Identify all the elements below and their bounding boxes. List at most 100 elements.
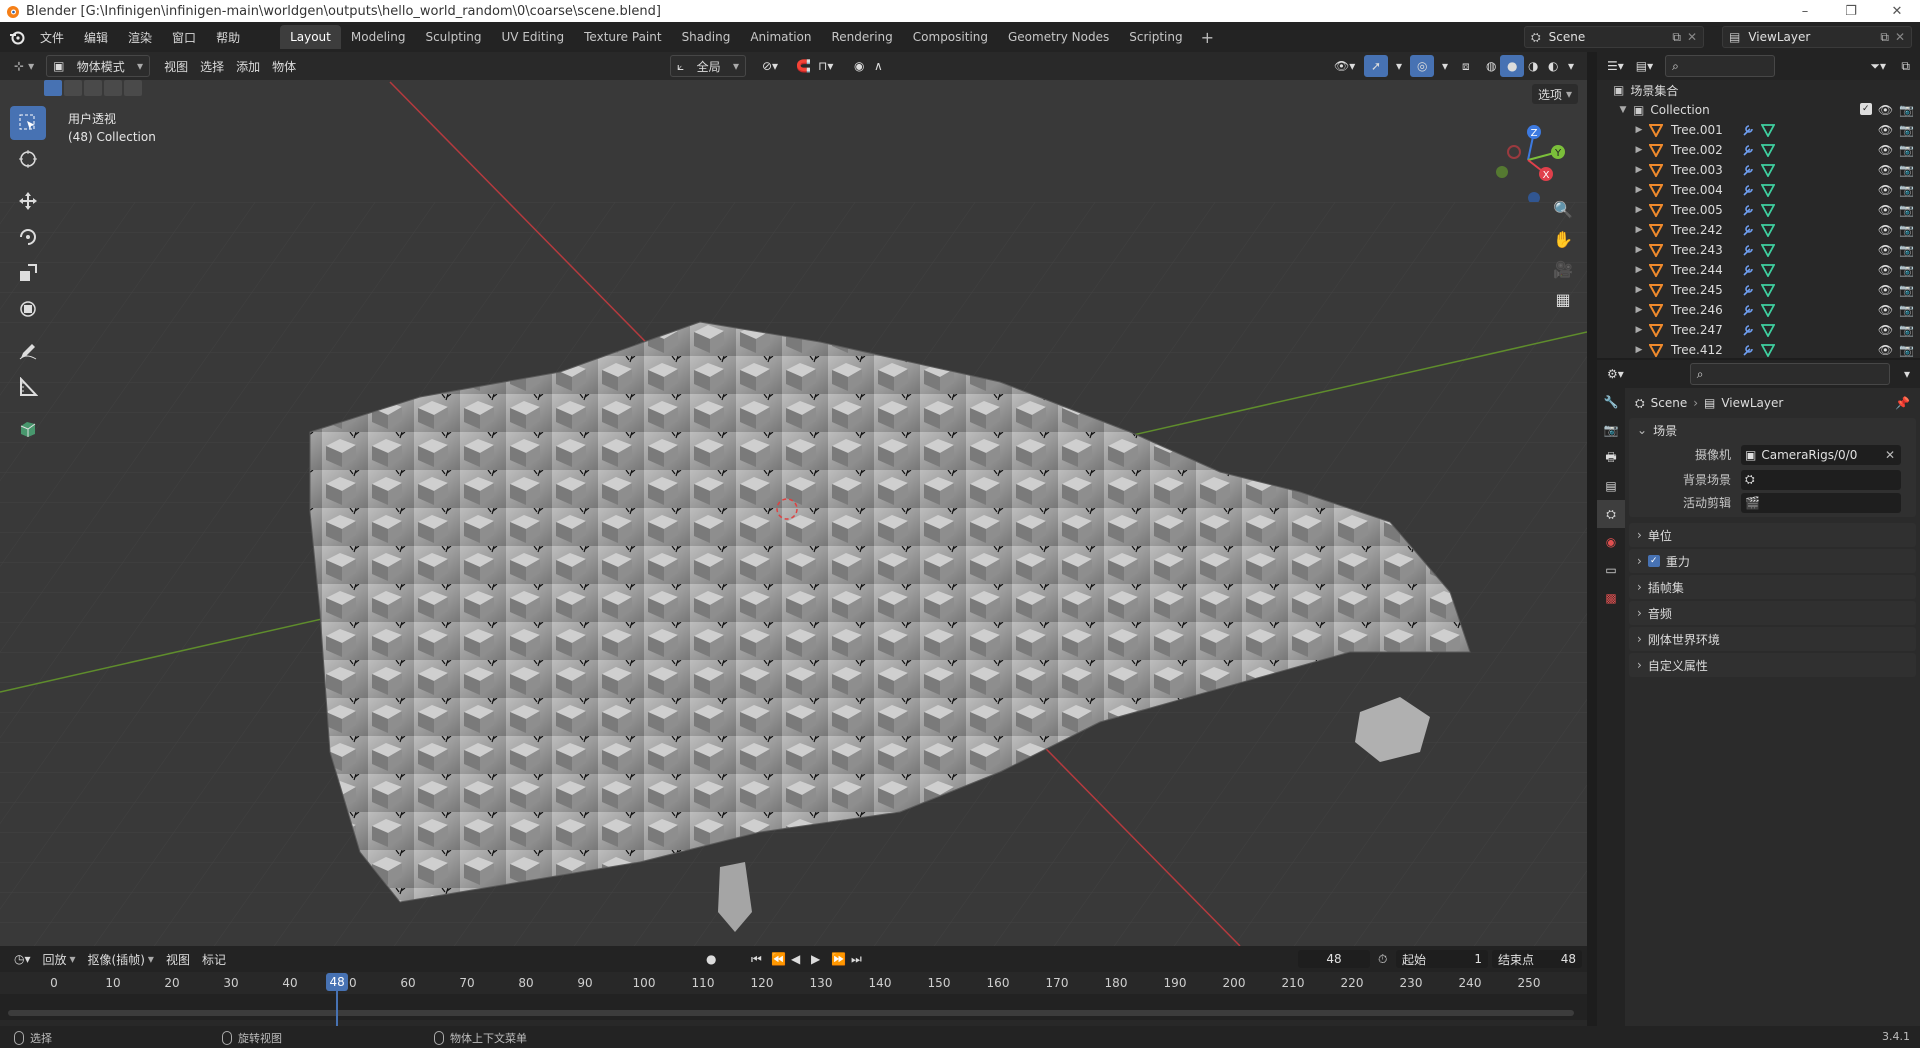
tab-shading[interactable]: Shading <box>672 25 741 49</box>
current-frame-field[interactable]: 48 <box>1298 950 1370 968</box>
mesh-data-icon[interactable] <box>1761 343 1775 357</box>
perspective-toggle-button[interactable]: ▦ <box>1548 284 1578 314</box>
eye-icon[interactable]: 👁 <box>1878 343 1893 357</box>
close-button[interactable]: ✕ <box>1874 0 1920 22</box>
outliner-row-object[interactable]: ▶ Tree.001 👁 📷 <box>1597 120 1920 140</box>
select-intersect-icon[interactable] <box>124 80 142 96</box>
options-button[interactable]: 选项 ▾ <box>1532 84 1579 104</box>
tab-collection[interactable]: ▭ <box>1597 556 1625 584</box>
mesh-data-icon[interactable] <box>1761 163 1775 177</box>
expand-triangle-icon[interactable]: ▶ <box>1633 225 1645 235</box>
menu-select[interactable]: 选择 <box>194 55 230 77</box>
active-clip-field[interactable]: 🎬 <box>1741 492 1901 513</box>
tab-texture[interactable]: ▩ <box>1597 584 1625 612</box>
zoom-button[interactable]: 🔍 <box>1548 194 1578 224</box>
pan-button[interactable]: ✋ <box>1548 224 1578 254</box>
camera-render-icon[interactable]: 📷 <box>1899 263 1914 277</box>
tool-cursor[interactable] <box>10 142 46 176</box>
tab-world[interactable]: ◉ <box>1597 528 1625 556</box>
camera-render-icon[interactable]: 📷 <box>1899 323 1914 337</box>
outliner-row-object[interactable]: ▶ Tree.004 👁 📷 <box>1597 180 1920 200</box>
mesh-data-icon[interactable] <box>1761 303 1775 317</box>
tool-transform[interactable] <box>10 292 46 326</box>
timeline-scrollbar[interactable] <box>8 1010 1574 1016</box>
tab-scene[interactable]: ⛭ <box>1597 500 1625 528</box>
outliner-row-object[interactable]: ▶ Tree.245 👁 📷 <box>1597 280 1920 300</box>
eye-icon[interactable]: 👁 <box>1878 143 1893 157</box>
menu-playback[interactable]: 回放 ▾ <box>37 948 82 970</box>
tool-scale[interactable] <box>10 256 46 290</box>
background-scene-field[interactable]: ⛭ <box>1741 469 1901 490</box>
menu-add[interactable]: 添加 <box>230 55 266 77</box>
expand-triangle-icon[interactable]: ▶ <box>1633 245 1645 255</box>
preview-range-toggle[interactable]: ⏱ <box>1372 948 1393 970</box>
camera-render-icon[interactable]: 📷 <box>1899 143 1914 157</box>
outliner-row-object[interactable]: ▶ Tree.247 👁 📷 <box>1597 320 1920 340</box>
blender-menu-icon[interactable] <box>4 24 30 50</box>
gravity-checkbox[interactable]: ✓ <box>1647 555 1660 567</box>
proportional-falloff-button[interactable]: ∧ <box>868 55 889 77</box>
tool-annotate[interactable] <box>10 334 46 368</box>
mesh-data-icon[interactable] <box>1761 323 1775 337</box>
camera-render-icon[interactable]: 📷 <box>1899 283 1914 297</box>
scene-selector[interactable]: ⛭ Scene ⧉ ✕ <box>1524 26 1704 48</box>
eye-icon[interactable]: 👁 <box>1878 203 1893 217</box>
outliner-search-input[interactable]: ⌕ <box>1665 55 1776 77</box>
eye-icon[interactable]: 👁 <box>1878 183 1893 197</box>
camera-render-icon[interactable]: 📷 <box>1899 343 1914 357</box>
tab-layout[interactable]: Layout <box>280 25 341 49</box>
modifier-wrench-icon[interactable] <box>1741 343 1755 357</box>
tab-geometry-nodes[interactable]: Geometry Nodes <box>998 25 1119 49</box>
select-extend-icon[interactable] <box>64 80 82 96</box>
expand-triangle-icon[interactable]: ▼ <box>1617 105 1629 115</box>
eye-icon[interactable]: 👁 <box>1878 123 1893 137</box>
panel-rigid-body-world[interactable]: › 刚体世界环境 <box>1629 627 1916 651</box>
new-viewlayer-icon[interactable]: ⧉ <box>1880 30 1889 45</box>
viewlayer-selector[interactable]: ▤ ViewLayer ⧉ ✕ <box>1722 26 1912 48</box>
tab-scripting[interactable]: Scripting <box>1119 25 1192 49</box>
eye-icon[interactable]: 👁 <box>1878 243 1893 257</box>
properties-options-button[interactable]: ▾ <box>1898 363 1916 385</box>
panel-units[interactable]: › 单位 <box>1629 523 1916 547</box>
panel-custom-properties[interactable]: › 自定义属性 <box>1629 653 1916 677</box>
clear-icon[interactable]: ✕ <box>1885 448 1895 462</box>
menu-render[interactable]: 渲染 <box>118 29 162 46</box>
mesh-data-icon[interactable] <box>1761 123 1775 137</box>
modifier-wrench-icon[interactable] <box>1741 303 1755 317</box>
timeline-editor-type-button[interactable]: ◷▾ <box>8 948 37 970</box>
filter-button[interactable]: ⏷▾ <box>1864 55 1892 77</box>
gizmo-options-button[interactable]: ▾ <box>1390 55 1408 77</box>
menu-marker[interactable]: 标记 <box>196 948 232 970</box>
modifier-wrench-icon[interactable] <box>1741 283 1755 297</box>
outliner-editor-type-button[interactable]: ☰▾ <box>1601 55 1630 77</box>
menu-timeline-view[interactable]: 视图 <box>160 948 196 970</box>
tab-compositing[interactable]: Compositing <box>903 25 998 49</box>
frame-ruler[interactable]: 0 10 20 30 40 50 60 70 80 90 100 110 120 130 140 150 160… <box>0 972 1587 994</box>
outliner-row-object[interactable]: ▶ Tree.242 👁 📷 <box>1597 220 1920 240</box>
record-button[interactable]: ● <box>700 948 722 970</box>
tool-select-box[interactable] <box>10 106 46 140</box>
camera-render-icon[interactable]: 📷 <box>1899 203 1914 217</box>
camera-render-icon[interactable]: 📷 <box>1899 103 1914 117</box>
camera-field[interactable]: ▣ CameraRigs/0/0 ✕ <box>1741 444 1901 465</box>
overlay-toggle[interactable]: ◎ <box>1410 55 1435 77</box>
modifier-wrench-icon[interactable] <box>1741 263 1755 277</box>
playhead[interactable]: 48 <box>326 973 349 991</box>
camera-render-icon[interactable]: 📷 <box>1899 223 1914 237</box>
tab-modeling[interactable]: Modeling <box>341 25 416 49</box>
gizmo-toggle[interactable]: ➚ <box>1364 55 1389 77</box>
tool-rotate[interactable] <box>10 220 46 254</box>
mesh-data-icon[interactable] <box>1761 203 1775 217</box>
modifier-wrench-icon[interactable] <box>1741 123 1755 137</box>
eye-icon[interactable]: 👁 <box>1878 223 1893 237</box>
jump-end-button[interactable]: ⏭ <box>845 948 868 970</box>
remove-viewlayer-icon[interactable]: ✕ <box>1895 30 1905 44</box>
maximize-button[interactable]: ❐ <box>1828 0 1874 22</box>
expand-triangle-icon[interactable]: ▶ <box>1633 185 1645 195</box>
modifier-wrench-icon[interactable] <box>1741 203 1755 217</box>
shading-options-button[interactable]: ▾ <box>1562 55 1580 77</box>
menu-help[interactable]: 帮助 <box>206 29 250 46</box>
shading-solid-button[interactable]: ● <box>1500 55 1525 77</box>
panel-audio[interactable]: › 音频 <box>1629 601 1916 625</box>
modifier-wrench-icon[interactable] <box>1741 243 1755 257</box>
